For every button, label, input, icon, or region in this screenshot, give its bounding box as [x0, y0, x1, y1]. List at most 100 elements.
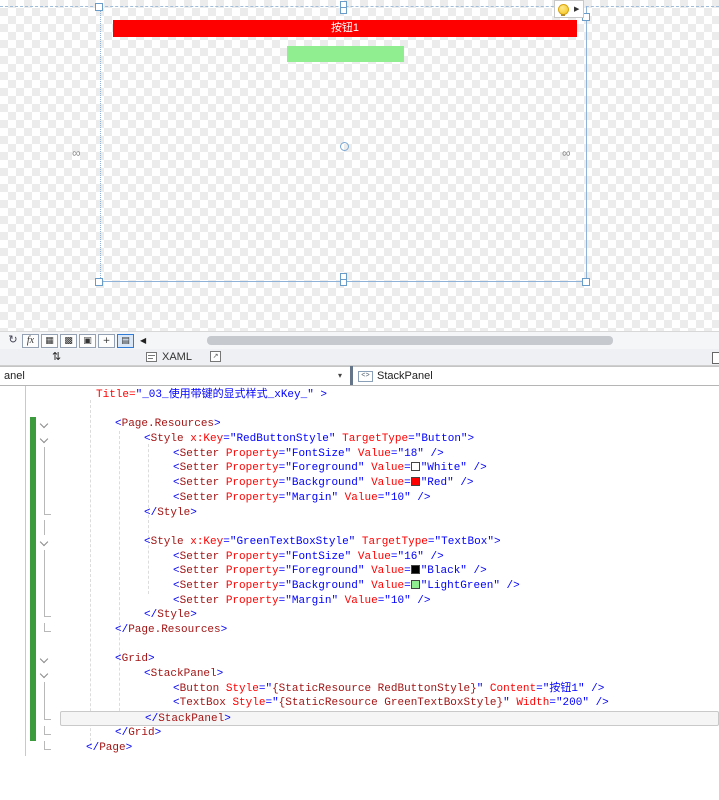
gutter[interactable] — [25, 740, 60, 756]
popout-window-icon[interactable]: ↗ — [210, 351, 221, 362]
gutter[interactable] — [25, 711, 60, 726]
code-line[interactable] — [25, 520, 719, 535]
document-outline-combobox[interactable]: anel ▾ — [0, 366, 350, 385]
gutter[interactable] — [25, 725, 60, 741]
gutter[interactable] — [25, 637, 60, 653]
grid-handles-icon[interactable]: ▩ — [60, 333, 77, 348]
xaml-code-editor[interactable]: Title="_03_使用带键的显式样式_xKey_" > <Page.Resou… — [0, 386, 719, 800]
color-swatch-icon[interactable] — [410, 579, 420, 589]
split-view-icon[interactable] — [712, 352, 719, 364]
gutter[interactable] — [25, 593, 60, 609]
code-line[interactable]: <TextBox Style="{StaticResource GreenTex… — [25, 696, 719, 712]
effects-fx-icon[interactable]: fx — [22, 333, 39, 348]
swap-panes-icon[interactable]: ⇅ — [52, 350, 61, 363]
tab-xaml[interactable]: XAML — [146, 349, 192, 365]
fold-scope-line — [44, 578, 45, 594]
selected-element-combobox[interactable]: <> StackPanel — [353, 366, 719, 385]
gutter[interactable] — [25, 681, 60, 697]
change-tracking-bar — [30, 623, 36, 638]
code-line[interactable]: <Setter Property="FontSize" Value="16" /… — [25, 549, 719, 565]
chevron-down-icon[interactable]: ▾ — [338, 367, 342, 385]
code-line[interactable]: <Setter Property="Foreground" Value= "Whi… — [25, 461, 719, 477]
textbox-preview[interactable] — [287, 46, 404, 62]
fold-scope-line — [44, 549, 45, 565]
horizontal-scrollbar[interactable] — [207, 336, 613, 345]
fold-collapse-icon[interactable] — [39, 420, 49, 429]
resize-handle-bottom-right[interactable] — [582, 278, 590, 286]
color-swatch-icon[interactable] — [410, 565, 420, 575]
code-line[interactable]: <StackPanel> — [25, 667, 719, 682]
gutter[interactable] — [25, 417, 60, 433]
gutter[interactable] — [25, 564, 60, 579]
fold-collapse-icon[interactable] — [39, 655, 49, 664]
margin-anchor-right-icon[interactable]: ∞ — [562, 147, 571, 159]
change-tracking-bar — [30, 696, 36, 712]
code-line[interactable]: </StackPanel> — [25, 711, 719, 726]
designer-toolbar: ↻ fx ▦ ▩ ▣ + ▤ ◀ — [0, 331, 719, 349]
snap-grid-icon[interactable]: ▣ — [79, 333, 96, 348]
fold-scope-line — [44, 681, 45, 697]
lightbulb-icon — [558, 3, 569, 16]
gutter[interactable] — [25, 432, 60, 447]
gutter[interactable] — [25, 578, 60, 594]
code-line[interactable]: </Page.Resources> — [25, 623, 719, 638]
button-preview[interactable]: 按钮1 — [113, 20, 577, 37]
code-line[interactable]: <Setter Property="FontSize" Value="18" /… — [25, 446, 719, 462]
gutter[interactable] — [25, 476, 60, 491]
center-anchor-point[interactable] — [340, 142, 349, 151]
gutter[interactable] — [25, 608, 60, 623]
gutter[interactable] — [25, 534, 60, 550]
fold-collapse-icon[interactable] — [39, 537, 49, 547]
code-line[interactable]: </Grid> — [25, 725, 719, 741]
code-line[interactable]: </Style> — [25, 505, 719, 521]
document-outline-icon[interactable]: ▤ — [117, 333, 134, 348]
code-line[interactable]: <Setter Property="Foreground" Value= "Bla… — [25, 564, 719, 579]
code-line[interactable] — [25, 637, 719, 653]
gutter[interactable] — [25, 461, 60, 477]
collapse-pane-arrow-icon[interactable]: ◀ — [140, 336, 146, 345]
resize-handle-top-left[interactable] — [95, 3, 103, 11]
gutter[interactable] — [25, 623, 60, 638]
gutter[interactable] — [25, 403, 60, 418]
color-swatch-icon[interactable] — [410, 462, 420, 472]
code-line[interactable]: <Setter Property="Margin" Value="10" /> — [25, 490, 719, 506]
code-line[interactable]: <Button Style="{StaticResource RedButton… — [25, 681, 719, 697]
snaplines-icon[interactable]: + — [98, 333, 115, 348]
quick-actions-button[interactable]: ▶ — [554, 0, 584, 18]
gutter[interactable] — [25, 549, 60, 565]
change-tracking-bar — [30, 476, 36, 491]
gutter[interactable] — [25, 446, 60, 462]
grid-rails-icon[interactable]: ▦ — [41, 333, 58, 348]
code-line[interactable]: </Page> — [25, 740, 719, 756]
code-line[interactable]: Title="_03_使用带键的显式样式_xKey_" > — [25, 388, 719, 403]
resize-grip-bottom-center[interactable] — [340, 273, 347, 286]
fold-scope-line — [44, 564, 45, 579]
design-surface[interactable]: 按钮1 ∞ ∞ ▶ — [0, 0, 719, 331]
gutter[interactable] — [25, 696, 60, 712]
gutter[interactable] — [25, 520, 60, 535]
code-line[interactable]: <Style x:Key="GreenTextBoxStyle" TargetT… — [25, 534, 719, 550]
code-line[interactable]: </Style> — [25, 608, 719, 623]
code-line[interactable] — [25, 403, 719, 418]
gutter[interactable] — [25, 490, 60, 506]
change-tracking-bar — [30, 725, 36, 741]
gutter[interactable] — [25, 388, 60, 403]
resize-grip-top-center[interactable] — [340, 1, 347, 14]
refresh-icon[interactable]: ↻ — [6, 333, 20, 348]
gutter[interactable] — [25, 652, 60, 668]
gutter[interactable] — [25, 505, 60, 521]
code-line[interactable]: <Setter Property="Margin" Value="10" /> — [25, 593, 719, 609]
resize-handle-bottom-left[interactable] — [95, 278, 103, 286]
code-line[interactable]: <Style x:Key="RedButtonStyle" TargetType… — [25, 432, 719, 447]
code-line[interactable]: <Setter Property="Background" Value= "Lig… — [25, 578, 719, 594]
fold-collapse-icon[interactable] — [39, 669, 49, 679]
code-line[interactable]: <Page.Resources> — [25, 417, 719, 433]
color-swatch-icon[interactable] — [410, 477, 420, 487]
code-line[interactable]: <Setter Property="Background" Value= "Red… — [25, 476, 719, 491]
breadcrumb: anel ▾ <> StackPanel — [0, 366, 719, 386]
fold-scope-line — [44, 593, 45, 609]
margin-anchor-left-icon[interactable]: ∞ — [72, 147, 81, 159]
code-line[interactable]: <Grid> — [25, 652, 719, 668]
fold-collapse-icon[interactable] — [39, 434, 49, 444]
gutter[interactable] — [25, 667, 60, 682]
